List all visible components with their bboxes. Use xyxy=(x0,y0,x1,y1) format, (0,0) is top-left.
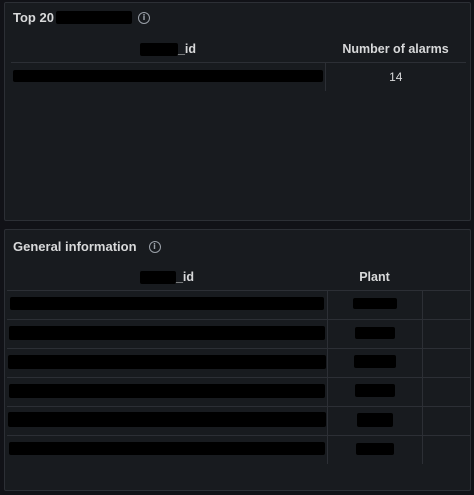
column-header-id[interactable]: _id xyxy=(11,36,325,63)
column-header-extra xyxy=(422,264,470,291)
redacted-text xyxy=(139,271,176,285)
table-cell-alarms: 14 xyxy=(325,62,466,91)
table-cell-plant xyxy=(327,406,423,436)
redacted-text xyxy=(352,298,397,309)
table-cell-plant xyxy=(327,377,423,407)
column-header-id[interactable]: _id xyxy=(7,264,327,291)
table-cell-id xyxy=(7,435,328,464)
table-cell-plant xyxy=(327,435,423,464)
top-alarms-panel: Top 20 i _id Number of alarms 14 xyxy=(4,2,471,221)
table-row[interactable] xyxy=(7,377,470,407)
redacted-text xyxy=(8,383,325,398)
redacted-text xyxy=(7,412,326,427)
table-cell-empty xyxy=(422,348,470,378)
panel-title-text: Top 20 xyxy=(13,10,54,25)
redacted-text xyxy=(7,354,326,369)
alarms-table: _id Number of alarms 14 xyxy=(11,36,466,91)
info-icon[interactable]: i xyxy=(137,11,150,24)
table-cell-id xyxy=(7,348,328,378)
table-cell-id xyxy=(7,406,328,436)
table-cell-plant xyxy=(327,319,423,349)
table-cell-empty xyxy=(422,435,470,464)
table-row[interactable] xyxy=(7,348,470,378)
column-header-number-of-alarms[interactable]: Number of alarms xyxy=(325,36,466,63)
table-row[interactable]: 14 xyxy=(11,62,466,91)
table-cell-empty xyxy=(422,377,470,407)
column-header-plant[interactable]: Plant xyxy=(327,264,422,291)
redacted-text xyxy=(355,442,394,455)
redacted-text xyxy=(354,384,395,397)
redacted-text xyxy=(8,442,325,455)
redacted-text xyxy=(356,412,393,427)
redacted-text xyxy=(8,325,325,340)
panel-title[interactable]: General information i xyxy=(13,239,161,254)
redacted-text xyxy=(354,326,395,339)
redacted-text xyxy=(9,297,324,310)
table-cell-id xyxy=(7,377,328,407)
general-info-table: _id Plant xyxy=(7,264,470,464)
redacted-text xyxy=(353,355,396,368)
table-row[interactable] xyxy=(7,290,470,320)
table-cell-id xyxy=(11,62,326,91)
panel-title[interactable]: Top 20 i xyxy=(13,10,150,25)
panel-title-text: General information xyxy=(13,239,137,254)
table-row[interactable] xyxy=(7,319,470,349)
table-cell-plant xyxy=(327,348,423,378)
redacted-text xyxy=(12,69,323,82)
info-icon[interactable]: i xyxy=(148,240,161,253)
redacted-text xyxy=(139,43,178,57)
table-cell-id xyxy=(7,319,328,349)
table-cell-empty xyxy=(422,319,470,349)
table-row[interactable] xyxy=(7,435,470,464)
redacted-text xyxy=(55,11,132,24)
table-cell-empty xyxy=(422,290,470,320)
table-row[interactable] xyxy=(7,406,470,436)
table-cell-plant xyxy=(327,290,423,320)
table-cell-empty xyxy=(422,406,470,436)
general-information-panel: General information i _id Plant xyxy=(4,229,471,491)
table-cell-id xyxy=(7,290,328,320)
